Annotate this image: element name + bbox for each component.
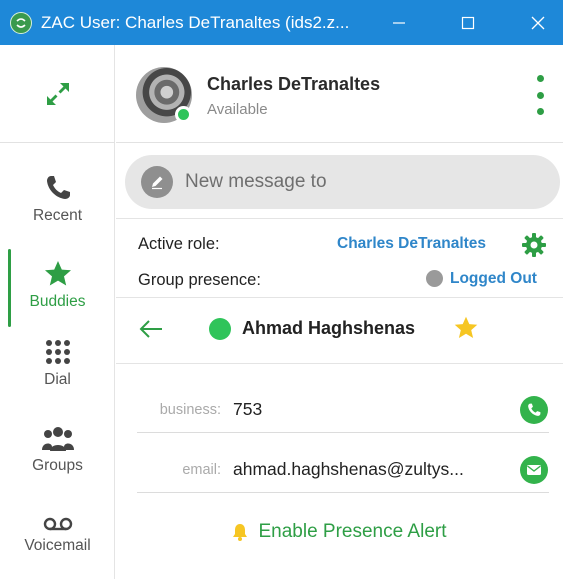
minimize-icon: [393, 21, 405, 24]
groups-icon: [41, 427, 74, 451]
favorite-star-icon: [454, 316, 478, 338]
app-logo-icon: [10, 12, 32, 34]
contact-presence-dot: [209, 318, 231, 340]
user-name: Charles DeTranaltes: [207, 74, 381, 94]
nav-item-recent[interactable]: Recent: [0, 173, 115, 225]
active-role-value[interactable]: Charles DeTranaltes: [337, 235, 486, 253]
enable-presence-alert-button[interactable]: Enable Presence Alert: [116, 514, 563, 550]
contact-header: Ahmad Haghshenas: [116, 298, 563, 364]
logged-out-status-dot: [426, 270, 443, 287]
back-button[interactable]: [138, 318, 164, 345]
mail-icon: [527, 464, 541, 475]
kebab-dot-icon: [536, 91, 544, 99]
phone-icon: [46, 176, 70, 199]
group-presence-value[interactable]: Logged Out: [450, 270, 537, 288]
active-role-label: Active role:: [138, 235, 220, 253]
gear-icon: [522, 233, 546, 257]
dialpad-icon: [45, 340, 70, 364]
field-value-business[interactable]: 753: [233, 399, 262, 420]
nav-item-buddies[interactable]: Buddies: [0, 259, 115, 311]
send-email-button[interactable]: [520, 455, 548, 484]
left-nav-rail: Recent Buddies Dial Groups Voicemail: [0, 45, 115, 579]
user-header: Charles DeTranaltes Available: [116, 45, 563, 143]
presence-alert-label: Enable Presence Alert: [258, 521, 447, 542]
nav-label-voicemail: Voicemail: [24, 537, 91, 554]
bell-icon: [233, 524, 248, 541]
title-bar: ZAC User: Charles DeTranaltes (ids2.z...: [0, 0, 563, 45]
field-label-business: business:: [159, 401, 221, 418]
minimize-button[interactable]: [374, 0, 424, 45]
kebab-dot-icon: [536, 75, 544, 82]
maximize-button[interactable]: [443, 0, 493, 45]
compose-icon: [141, 166, 173, 198]
star-icon: [44, 261, 71, 286]
nav-label-groups: Groups: [32, 457, 83, 474]
back-arrow-icon: [139, 320, 162, 338]
nav-label-dial: Dial: [44, 371, 71, 388]
avatar[interactable]: [136, 67, 192, 123]
favorite-button[interactable]: [453, 315, 479, 346]
field-label-email: email:: [182, 461, 221, 478]
expand-icon: [46, 82, 69, 105]
close-button[interactable]: [513, 0, 563, 45]
contact-field-business: business: 753: [137, 387, 549, 433]
nav-label-buddies: Buddies: [29, 293, 86, 310]
presence-status-dot: [175, 106, 192, 123]
role-settings-button[interactable]: [521, 232, 547, 263]
more-options-button[interactable]: [534, 75, 546, 115]
nav-item-groups[interactable]: Groups: [0, 425, 115, 475]
close-icon: [531, 16, 545, 29]
contact-field-email: email: ahmad.haghshenas@zultys...: [137, 447, 549, 493]
window-title: ZAC User: Charles DeTranaltes (ids2.z...: [41, 13, 350, 32]
user-status: Available: [207, 101, 268, 118]
kebab-dot-icon: [536, 108, 544, 115]
expand-button[interactable]: [0, 45, 115, 143]
new-message-input[interactable]: New message to: [125, 155, 560, 209]
voicemail-icon: [43, 517, 72, 531]
nav-label-recent: Recent: [32, 207, 83, 224]
message-placeholder: New message to: [185, 171, 327, 192]
field-value-email[interactable]: ahmad.haghshenas@zultys...: [233, 459, 464, 480]
nav-item-dial[interactable]: Dial: [0, 337, 115, 389]
call-business-button[interactable]: [520, 395, 548, 424]
role-section: Active role: Charles DeTranaltes Group p…: [116, 218, 563, 298]
maximize-icon: [461, 16, 475, 29]
group-presence-label: Group presence:: [138, 271, 261, 289]
phone-icon: [528, 403, 541, 416]
contact-name: Ahmad Haghshenas: [242, 318, 416, 338]
nav-item-voicemail[interactable]: Voicemail: [0, 515, 115, 555]
